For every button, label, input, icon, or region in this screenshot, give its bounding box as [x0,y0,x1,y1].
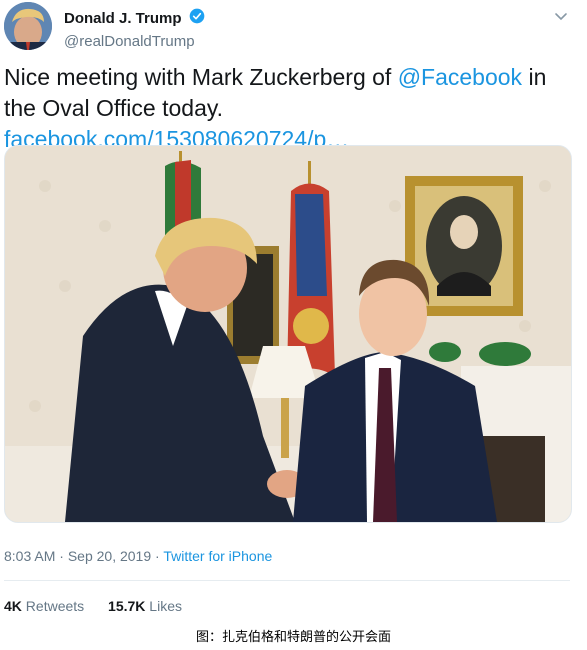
meta-separator: · [55,548,68,564]
divider [4,580,570,581]
tweet-source-link[interactable]: Twitter for iPhone [163,548,272,564]
tweet-date[interactable]: Sep 20, 2019 [68,548,151,564]
likes-count: 15.7K [108,598,146,614]
facebook-mention-link[interactable]: @Facebook [398,64,522,90]
retweets-stat[interactable]: 4K Retweets [4,598,84,614]
author-avatar[interactable] [4,2,52,50]
tweet-stats: 4K Retweets 15.7K Likes [4,598,202,614]
author-name-block: Donald J. Trump @realDonaldTrump [64,8,205,50]
chevron-down-icon[interactable] [553,8,569,24]
retweets-count: 4K [4,598,22,614]
likes-stat[interactable]: 15.7K Likes [108,598,182,614]
verified-badge-icon [189,8,205,29]
tweet-header: Donald J. Trump @realDonaldTrump [4,2,583,54]
tweet-card: Donald J. Trump @realDonaldTrump Nice me… [0,0,587,622]
author-display-name[interactable]: Donald J. Trump [64,10,182,27]
tweet-photo[interactable] [4,145,572,523]
tweet-text-part1: Nice meeting with Mark Zuckerberg of [4,64,398,90]
tweet-text: Nice meeting with Mark Zuckerberg of @Fa… [4,62,574,155]
tweet-meta: 8:03 AM · Sep 20, 2019 · Twitter for iPh… [4,548,272,564]
meta-separator: · [151,548,164,564]
retweets-label: Retweets [21,598,85,614]
likes-label: Likes [145,598,182,614]
figure-caption: 图：扎克伯格和特朗普的公开会面 [195,630,391,645]
author-handle[interactable]: @realDonaldTrump [64,33,205,50]
tweet-time[interactable]: 8:03 AM [4,548,55,564]
